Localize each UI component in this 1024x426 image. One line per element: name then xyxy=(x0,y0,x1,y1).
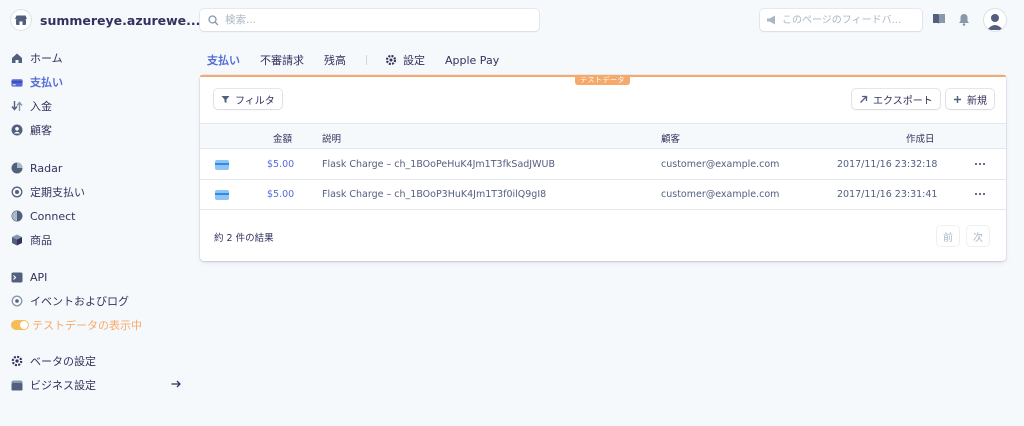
filter-label: フィルタ xyxy=(235,95,275,107)
products-icon xyxy=(11,234,23,246)
avatar[interactable] xyxy=(984,9,1006,31)
sidebar-item-label: イベントおよびログ xyxy=(30,295,129,308)
tab-balance[interactable]: 残高 xyxy=(324,52,346,68)
export-arrow-icon xyxy=(859,95,868,104)
new-label: 新規 xyxy=(967,95,987,107)
feedback-input[interactable] xyxy=(782,14,918,26)
plus-icon xyxy=(953,95,962,104)
toggle-icon xyxy=(11,319,29,331)
feedback-box[interactable] xyxy=(760,9,922,31)
export-label: エクスポート xyxy=(873,95,933,107)
sidebar-item-business-settings[interactable]: ビジネス設定 xyxy=(11,375,186,395)
tab-apple-pay[interactable]: Apple Pay xyxy=(445,54,499,67)
result-count: 約 2 件の結果 xyxy=(214,233,274,244)
subscriptions-icon xyxy=(11,186,23,198)
search-bar[interactable] xyxy=(200,9,539,31)
sidebar-item-products[interactable]: 商品 xyxy=(11,230,186,250)
next-page-button[interactable]: 次 xyxy=(967,226,989,246)
sidebar-item-label: 支払い xyxy=(30,76,63,89)
tab-disputes[interactable]: 不審請求 xyxy=(260,52,304,68)
row-amount: $5.00 xyxy=(267,189,295,200)
search-icon xyxy=(208,14,219,26)
sidebar-item-home[interactable]: ホーム xyxy=(11,48,186,68)
arrow-right-icon xyxy=(170,378,182,390)
settings-icon xyxy=(11,355,23,367)
sidebar-item-payouts[interactable]: 入金 xyxy=(11,96,186,116)
row-description: Flask Charge – ch_1BOoP3HuK4Jm1T3f0ilQ9g… xyxy=(322,189,547,200)
sidebar-item-label: ベータの設定 xyxy=(30,355,96,368)
more-options-icon[interactable] xyxy=(974,188,986,200)
column-amount: 金額 xyxy=(273,134,293,145)
row-description: Flask Charge – ch_1BOoPeHuK4Jm1T3fkSadJW… xyxy=(322,159,555,170)
sidebar-item-subscriptions[interactable]: 定期支払い xyxy=(11,182,186,202)
test-data-badge: テストデータ xyxy=(575,75,630,85)
payments-icon xyxy=(11,76,23,88)
column-customer: 顧客 xyxy=(661,134,681,145)
sidebar-item-label: 商品 xyxy=(30,234,52,247)
events-icon xyxy=(11,295,23,307)
row-customer: customer@example.com xyxy=(661,189,780,200)
credit-card-icon xyxy=(215,190,229,200)
sidebar-item-customers[interactable]: 顧客 xyxy=(11,120,186,140)
tab-divider xyxy=(366,55,367,65)
business-icon xyxy=(11,379,23,391)
tab-settings[interactable]: 設定 xyxy=(385,52,425,68)
row-created: 2017/11/16 23:31:41 xyxy=(837,189,938,200)
customers-icon xyxy=(11,124,23,136)
sidebar-item-beta-settings[interactable]: ベータの設定 xyxy=(11,351,186,371)
gear-icon xyxy=(385,54,397,66)
new-button[interactable]: 新規 xyxy=(946,89,994,109)
filter-button[interactable]: フィルタ xyxy=(214,89,282,109)
top-bar: summereye.azurewe... xyxy=(0,0,1024,40)
credit-card-icon xyxy=(215,160,229,170)
tab-payments[interactable]: 支払い xyxy=(207,52,240,68)
export-button[interactable]: エクスポート xyxy=(852,89,940,109)
tab-bar: 支払い 不審請求 残高 設定 Apple Pay xyxy=(207,51,519,69)
prev-page-button[interactable]: 前 xyxy=(937,226,959,246)
sidebar-item-label: 顧客 xyxy=(30,124,52,137)
docs-book-icon[interactable] xyxy=(931,11,947,27)
account-name: summereye.azurewe... xyxy=(40,12,201,28)
terminal-icon xyxy=(11,271,23,283)
table-row[interactable]: $5.00 Flask Charge – ch_1BOoPeHuK4Jm1T3f… xyxy=(200,150,1006,180)
bell-icon[interactable] xyxy=(956,11,972,27)
toggle-switch[interactable] xyxy=(11,320,29,330)
table-header: 金額 説明 顧客 作成日 xyxy=(200,123,1006,149)
account-switcher[interactable]: summereye.azurewe... xyxy=(10,9,216,31)
home-icon xyxy=(11,52,23,64)
sidebar-item-radar[interactable]: Radar xyxy=(11,158,186,178)
column-description: 説明 xyxy=(322,134,342,145)
megaphone-icon xyxy=(766,15,777,25)
sidebar-item-label: Connect xyxy=(30,209,76,223)
row-created: 2017/11/16 23:32:18 xyxy=(837,159,938,170)
connect-icon xyxy=(11,210,23,222)
payments-panel: テストデータ フィルタ エクスポート 新規 金額 説明 顧客 作成日 $5.00… xyxy=(200,75,1006,261)
filter-icon xyxy=(221,95,230,104)
test-data-toggle[interactable]: テストデータの表示中 xyxy=(11,315,186,335)
sidebar-item-label: API xyxy=(30,270,48,284)
search-input[interactable] xyxy=(225,14,525,26)
tab-settings-label: 設定 xyxy=(403,54,425,67)
column-created: 作成日 xyxy=(906,134,935,145)
sidebar-item-connect[interactable]: Connect xyxy=(11,206,186,226)
sidebar-item-payments[interactable]: 支払い xyxy=(11,72,186,92)
more-options-icon[interactable] xyxy=(974,158,986,170)
row-amount: $5.00 xyxy=(267,159,295,170)
sidebar-item-events[interactable]: イベントおよびログ xyxy=(11,291,186,311)
sidebar-item-label: ビジネス設定 xyxy=(30,379,96,392)
row-customer: customer@example.com xyxy=(661,159,780,170)
sidebar-item-label: テストデータの表示中 xyxy=(32,319,142,332)
payouts-icon xyxy=(11,100,23,112)
store-icon xyxy=(10,9,32,31)
table-row[interactable]: $5.00 Flask Charge – ch_1BOoP3HuK4Jm1T3f… xyxy=(200,180,1006,210)
sidebar-item-label: ホーム xyxy=(30,52,63,65)
sidebar-item-label: 入金 xyxy=(30,100,52,113)
sidebar-item-api[interactable]: API xyxy=(11,267,186,287)
sidebar-item-label: 定期支払い xyxy=(30,186,85,199)
sidebar-item-label: Radar xyxy=(30,161,63,175)
radar-icon xyxy=(11,162,23,174)
